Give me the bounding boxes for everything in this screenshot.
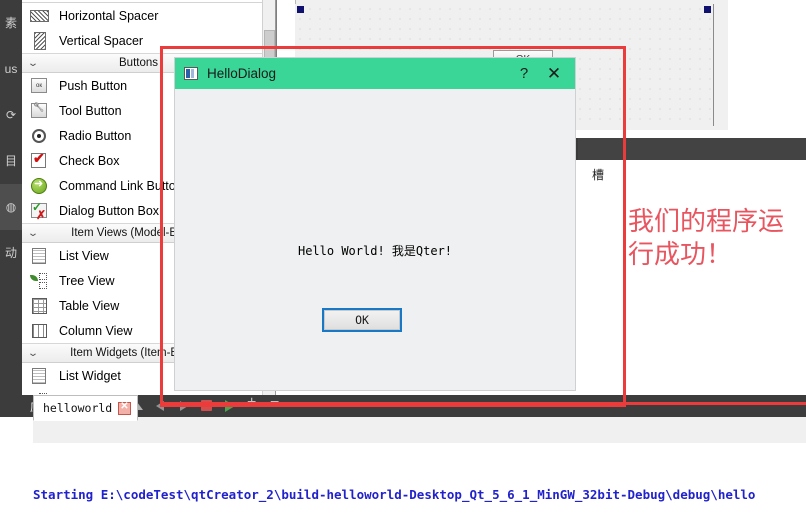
radio-button-icon: [30, 127, 50, 145]
output-tab-left-edge: [0, 417, 33, 445]
palette-item-label: Command Link Button: [59, 178, 183, 193]
chevron-down-icon: ⌄: [27, 227, 39, 239]
chevron-down-icon: ⌄: [27, 57, 39, 69]
hello-dialog-window[interactable]: HelloDialog ? ✕ Hello World! 我是Qter! OK: [175, 58, 575, 390]
close-icon[interactable]: [118, 401, 132, 415]
annotation-text: 我们的程序运 行成功！: [628, 206, 785, 269]
dialog-ok-focus-ring: OK: [322, 308, 402, 332]
mode-help-icon: 动: [4, 246, 17, 260]
palette-item-vertical-spacer[interactable]: Vertical Spacer: [22, 28, 275, 53]
check-box-icon: [30, 150, 50, 170]
output-tab-helloworld[interactable]: helloworld: [33, 395, 139, 421]
output-line-starting: Starting E:\codeTest\qtCreator_2\build-h…: [33, 487, 756, 502]
palette-item-label: Tree View: [59, 273, 115, 288]
list-widget-icon: [30, 367, 50, 385]
palette-item-label: Radio Button: [59, 128, 132, 143]
resize-handle-top-left: [297, 6, 304, 13]
palette-item-label: Table View: [59, 298, 120, 313]
mode-welcome[interactable]: 素: [0, 0, 22, 46]
palette-item-label: Horizontal Spacer: [59, 8, 159, 23]
horizontal-spacer-icon: [30, 7, 50, 25]
hello-world-label: Hello World! 我是Qter!: [297, 244, 453, 258]
palette-item-label: Dialog Button Box: [59, 203, 160, 218]
mode-project-icon: 目: [4, 154, 17, 168]
chevron-down-icon: ⌄: [27, 347, 39, 359]
output-tab-strip: [0, 417, 806, 444]
mode-help[interactable]: 动: [0, 230, 22, 276]
column-view-icon: [30, 322, 50, 340]
qt-creator-window: 素 us ⟳ 目 ◍ 动 Horizontal Spacer Vertical …: [0, 0, 806, 519]
mode-design-icon: ⟳: [5, 108, 17, 122]
dialog-title: HelloDialog: [207, 66, 277, 81]
application-output-pane: 应用程序输出 helloworld Starting E:\codeTest\q…: [0, 395, 806, 519]
mode-design[interactable]: ⟳: [0, 92, 22, 138]
mode-welcome-icon: 素: [4, 16, 17, 30]
command-link-button-icon: [30, 177, 50, 195]
palette-item-label: Vertical Spacer: [59, 33, 144, 48]
application-icon: [184, 67, 198, 80]
dialog-body: Hello World! 我是Qter! OK: [175, 89, 575, 390]
output-left-gutter: [0, 443, 34, 519]
palette-item-label: List View: [59, 248, 109, 263]
table-view-icon: [30, 297, 50, 315]
palette-item-label: Push Button: [59, 78, 128, 93]
list-view-icon: [30, 247, 50, 265]
designer-right-background: [728, 0, 806, 130]
push-button-icon: ок: [30, 77, 50, 95]
output-tab-label: helloworld: [43, 401, 113, 415]
right-white-background: [578, 160, 806, 385]
help-button[interactable]: ?: [509, 59, 539, 89]
slot-label: 槽: [592, 168, 605, 182]
mode-debug[interactable]: ◍: [0, 184, 22, 230]
dialog-ok-button[interactable]: OK: [324, 310, 400, 330]
palette-item-label: Check Box: [59, 153, 120, 168]
palette-item-label: Tool Button: [59, 103, 122, 118]
mode-selector-bar: 素 us ⟳ 目 ◍ 动: [0, 0, 22, 410]
resize-handle-top-right: [704, 6, 711, 13]
palette-item-horizontal-spacer[interactable]: Horizontal Spacer: [22, 3, 275, 28]
palette-item-label: List Widget: [59, 368, 121, 383]
dialog-title-bar[interactable]: HelloDialog ? ✕: [175, 58, 575, 89]
mode-debug-icon: ◍: [5, 200, 17, 214]
annotation-underline: [160, 402, 806, 405]
mode-edit-icon: us: [4, 62, 18, 76]
mode-project[interactable]: 目: [0, 138, 22, 184]
close-icon[interactable]: ✕: [539, 59, 569, 89]
mode-edit[interactable]: us: [0, 46, 22, 92]
tool-button-icon: [30, 102, 50, 120]
palette-item-label: Column View: [59, 323, 133, 338]
tree-view-icon: [30, 272, 50, 290]
signals-slots-bar: [578, 138, 806, 160]
dialog-button-box-icon: [30, 200, 50, 222]
vertical-spacer-icon: [30, 31, 50, 50]
output-text-area[interactable]: Starting E:\codeTest\qtCreator_2\build-h…: [33, 443, 806, 519]
